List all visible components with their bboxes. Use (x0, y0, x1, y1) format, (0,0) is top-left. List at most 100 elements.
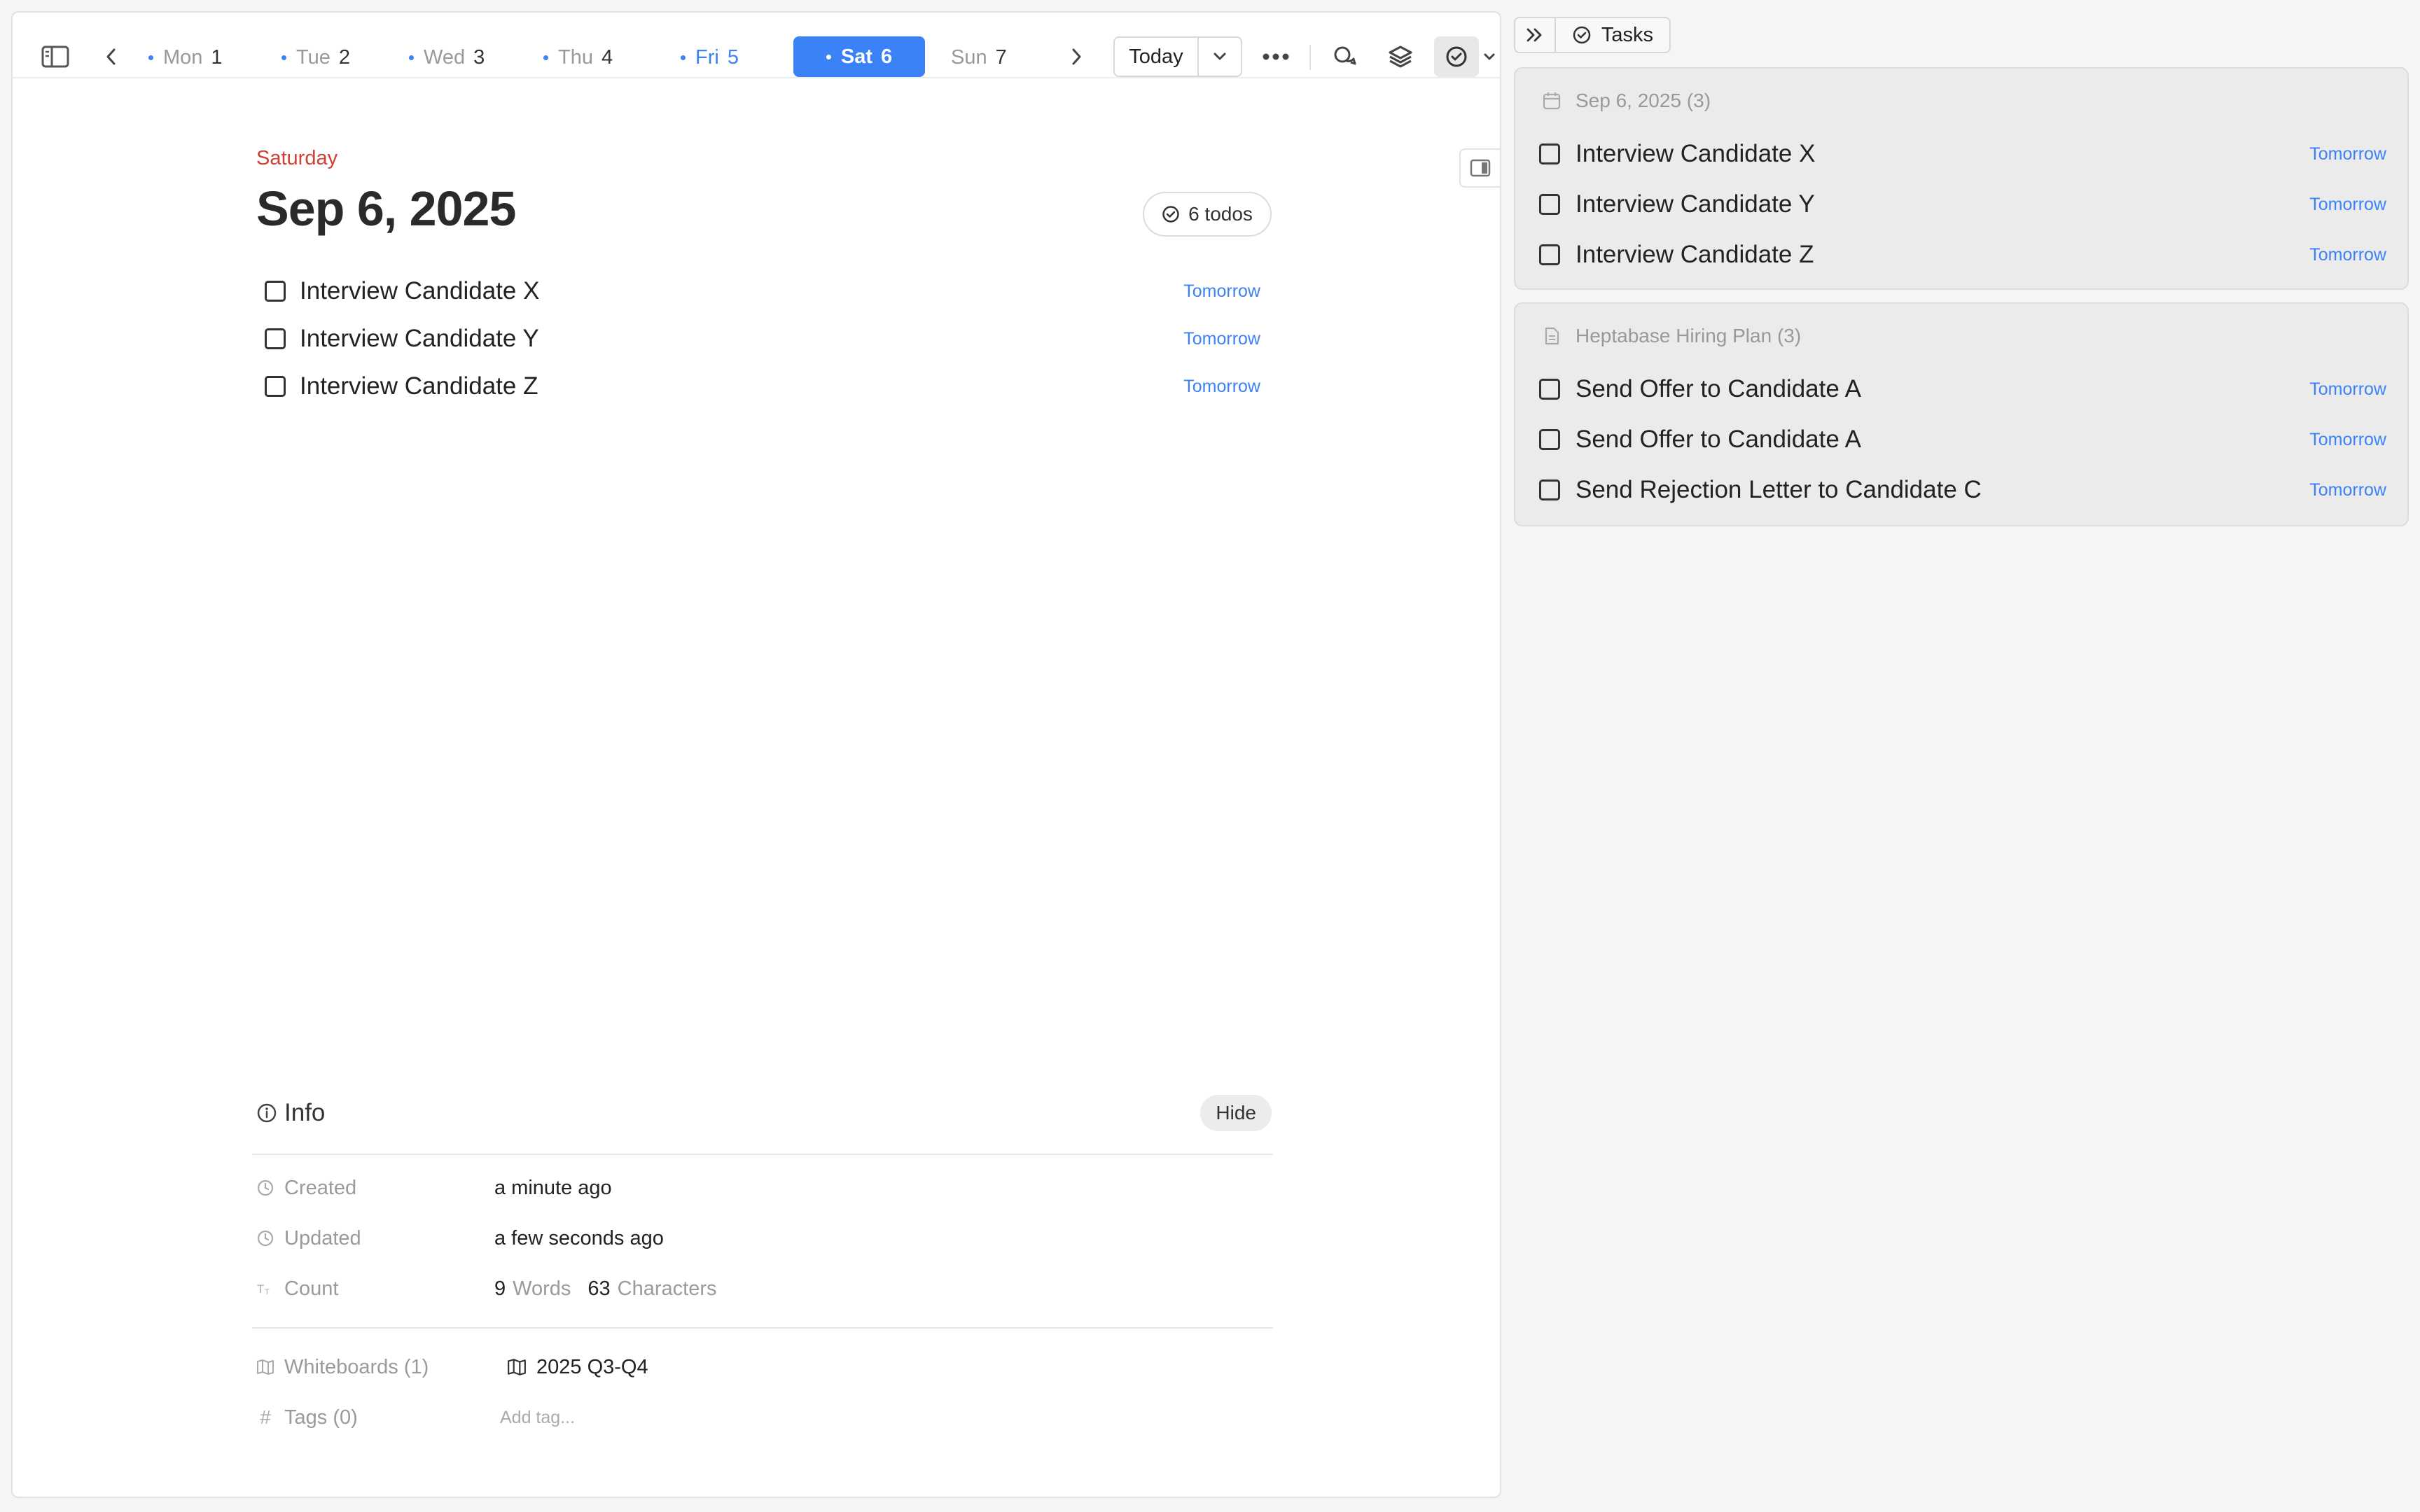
chat-button[interactable] (1323, 36, 1365, 77)
day-label: Fri (695, 46, 719, 69)
info-header: Info Hide (256, 1095, 1272, 1131)
task-due-date[interactable]: Tomorrow (2309, 480, 2386, 500)
task-text[interactable]: Send Rejection Letter to Candidate C (1576, 476, 2309, 504)
day-label: Sun (951, 46, 987, 69)
task-group-title: Heptabase Hiring Plan (3) (1576, 325, 1802, 346)
tasks-dropdown-button[interactable] (1479, 36, 1500, 77)
day-mon[interactable]: Mon 1 (148, 36, 223, 78)
day-thu[interactable]: Thu 4 (543, 36, 613, 78)
task-item: Interview Candidate Z Tomorrow (256, 365, 1272, 407)
layers-button[interactable] (1379, 36, 1421, 77)
task-due-date[interactable]: Tomorrow (1183, 377, 1260, 397)
next-week-button[interactable] (1059, 36, 1094, 77)
day-sat-selected[interactable]: Sat 6 (793, 36, 925, 77)
task-text[interactable]: Send Offer to Candidate A (1576, 375, 2309, 403)
task-checkbox[interactable] (1539, 194, 1560, 215)
tasks-panel-toggle-button[interactable] (1434, 36, 1479, 77)
day-sun[interactable]: Sun 7 (951, 36, 1007, 78)
side-panel-toggle-button[interactable] (1459, 148, 1501, 188)
today-button[interactable]: Today (1115, 38, 1199, 76)
day-label: Mon (163, 46, 203, 69)
sidebar-icon (41, 46, 69, 68)
task-text[interactable]: Interview Candidate Z (1576, 241, 2309, 269)
info-title: Info (284, 1099, 326, 1126)
day-number: 5 (727, 46, 739, 69)
tasks-panel-header: Tasks (1514, 17, 1671, 56)
hide-info-button[interactable]: Hide (1200, 1095, 1272, 1131)
task-group-header[interactable]: Heptabase Hiring Plan (3) (1542, 325, 1801, 347)
day-wed[interactable]: Wed 3 (409, 36, 485, 78)
task-group-title: Sep 6, 2025 (3) (1576, 90, 1711, 111)
panel-right-icon (1470, 159, 1491, 177)
chat-bubbles-icon (1334, 46, 1356, 65)
task-item: Interview Candidate Y Tomorrow (256, 318, 1272, 360)
task-checkbox[interactable] (265, 281, 286, 302)
task-checkbox[interactable] (265, 328, 286, 349)
task-due-date[interactable]: Tomorrow (2309, 245, 2386, 265)
svg-text:T: T (257, 1282, 264, 1296)
prev-week-button[interactable] (94, 36, 129, 77)
layers-icon (1389, 46, 1412, 68)
clock-icon (257, 1230, 274, 1247)
task-text[interactable]: Interview Candidate Y (300, 325, 1183, 353)
task-item: Interview Candidate Z Tomorrow (1539, 234, 2386, 276)
journal-panel: Mon 1 Tue 2 Wed 3 Thu 4 Fri 5 Sat 6 Sun 7 Today (11, 11, 1501, 1498)
today-control: Today (1113, 36, 1242, 77)
task-due-date[interactable]: Tomorrow (1183, 329, 1260, 349)
note-dot (543, 55, 548, 60)
task-checkbox[interactable] (1539, 379, 1560, 400)
task-due-date[interactable]: Tomorrow (2309, 144, 2386, 164)
updated-row: Updated a few seconds ago (256, 1221, 1272, 1256)
tab-tasks[interactable]: Tasks (1556, 17, 1671, 53)
day-label: Tue (296, 46, 331, 69)
updated-value: a few seconds ago (494, 1226, 664, 1250)
count-row: TT Count 9 Words 63 Characters (256, 1271, 1272, 1306)
chevron-down-icon (1484, 53, 1495, 60)
task-item: Send Offer to Candidate A Tomorrow (1539, 419, 2386, 461)
task-checkbox[interactable] (1539, 244, 1560, 265)
task-text[interactable]: Interview Candidate X (1576, 140, 2309, 168)
info-divider (252, 1154, 1273, 1155)
day-fri[interactable]: Fri 5 (681, 36, 739, 78)
note-dot (826, 54, 831, 59)
task-due-date[interactable]: Tomorrow (2309, 195, 2386, 215)
note-dot (148, 55, 153, 60)
day-number: 7 (995, 46, 1007, 69)
chevron-left-icon (106, 48, 116, 65)
day-tue[interactable]: Tue 2 (281, 36, 350, 78)
more-options-button[interactable] (1256, 36, 1295, 77)
task-text[interactable]: Interview Candidate Z (300, 372, 1183, 400)
tasks-tab-label: Tasks (1601, 23, 1654, 46)
sidebar-toggle-button[interactable] (31, 36, 80, 77)
task-group-header[interactable]: Sep 6, 2025 (3) (1542, 90, 1711, 112)
calendar-icon (1543, 92, 1561, 110)
task-checkbox[interactable] (265, 376, 286, 397)
collapse-panel-button[interactable] (1514, 17, 1556, 53)
words-label: Words (513, 1277, 571, 1300)
more-dots-icon (1263, 53, 1289, 60)
todo-count-badge[interactable]: 6 todos (1143, 192, 1272, 237)
task-item: Interview Candidate X Tomorrow (256, 270, 1272, 312)
document-icon (1545, 327, 1559, 345)
page-title: Sep 6, 2025 (256, 181, 516, 236)
task-group-journal: Sep 6, 2025 (3) Interview Candidate X To… (1514, 67, 2409, 290)
task-checkbox[interactable] (1539, 144, 1560, 164)
task-text[interactable]: Send Offer to Candidate A (1576, 426, 2309, 454)
whiteboard-link[interactable]: 2025 Q3-Q4 (507, 1356, 648, 1379)
task-due-date[interactable]: Tomorrow (2309, 430, 2386, 450)
task-due-date[interactable]: Tomorrow (1183, 281, 1260, 302)
task-text[interactable]: Interview Candidate X (300, 277, 1183, 305)
chars-count: 63 (587, 1277, 611, 1300)
task-item: Interview Candidate X Tomorrow (1539, 133, 2386, 175)
tags-row: # Tags (0) Add tag... (256, 1400, 1272, 1435)
whiteboards-row: Whiteboards (1) 2025 Q3-Q4 (256, 1350, 1272, 1385)
today-dropdown-button[interactable] (1199, 38, 1241, 76)
words-count: 9 (494, 1277, 506, 1300)
task-checkbox[interactable] (1539, 429, 1560, 450)
add-tag-input[interactable]: Add tag... (500, 1408, 575, 1428)
task-text[interactable]: Interview Candidate Y (1576, 190, 2309, 218)
todo-count-text: 6 todos (1188, 203, 1253, 225)
task-due-date[interactable]: Tomorrow (2309, 379, 2386, 400)
day-number: 1 (211, 46, 223, 69)
task-checkbox[interactable] (1539, 479, 1560, 500)
